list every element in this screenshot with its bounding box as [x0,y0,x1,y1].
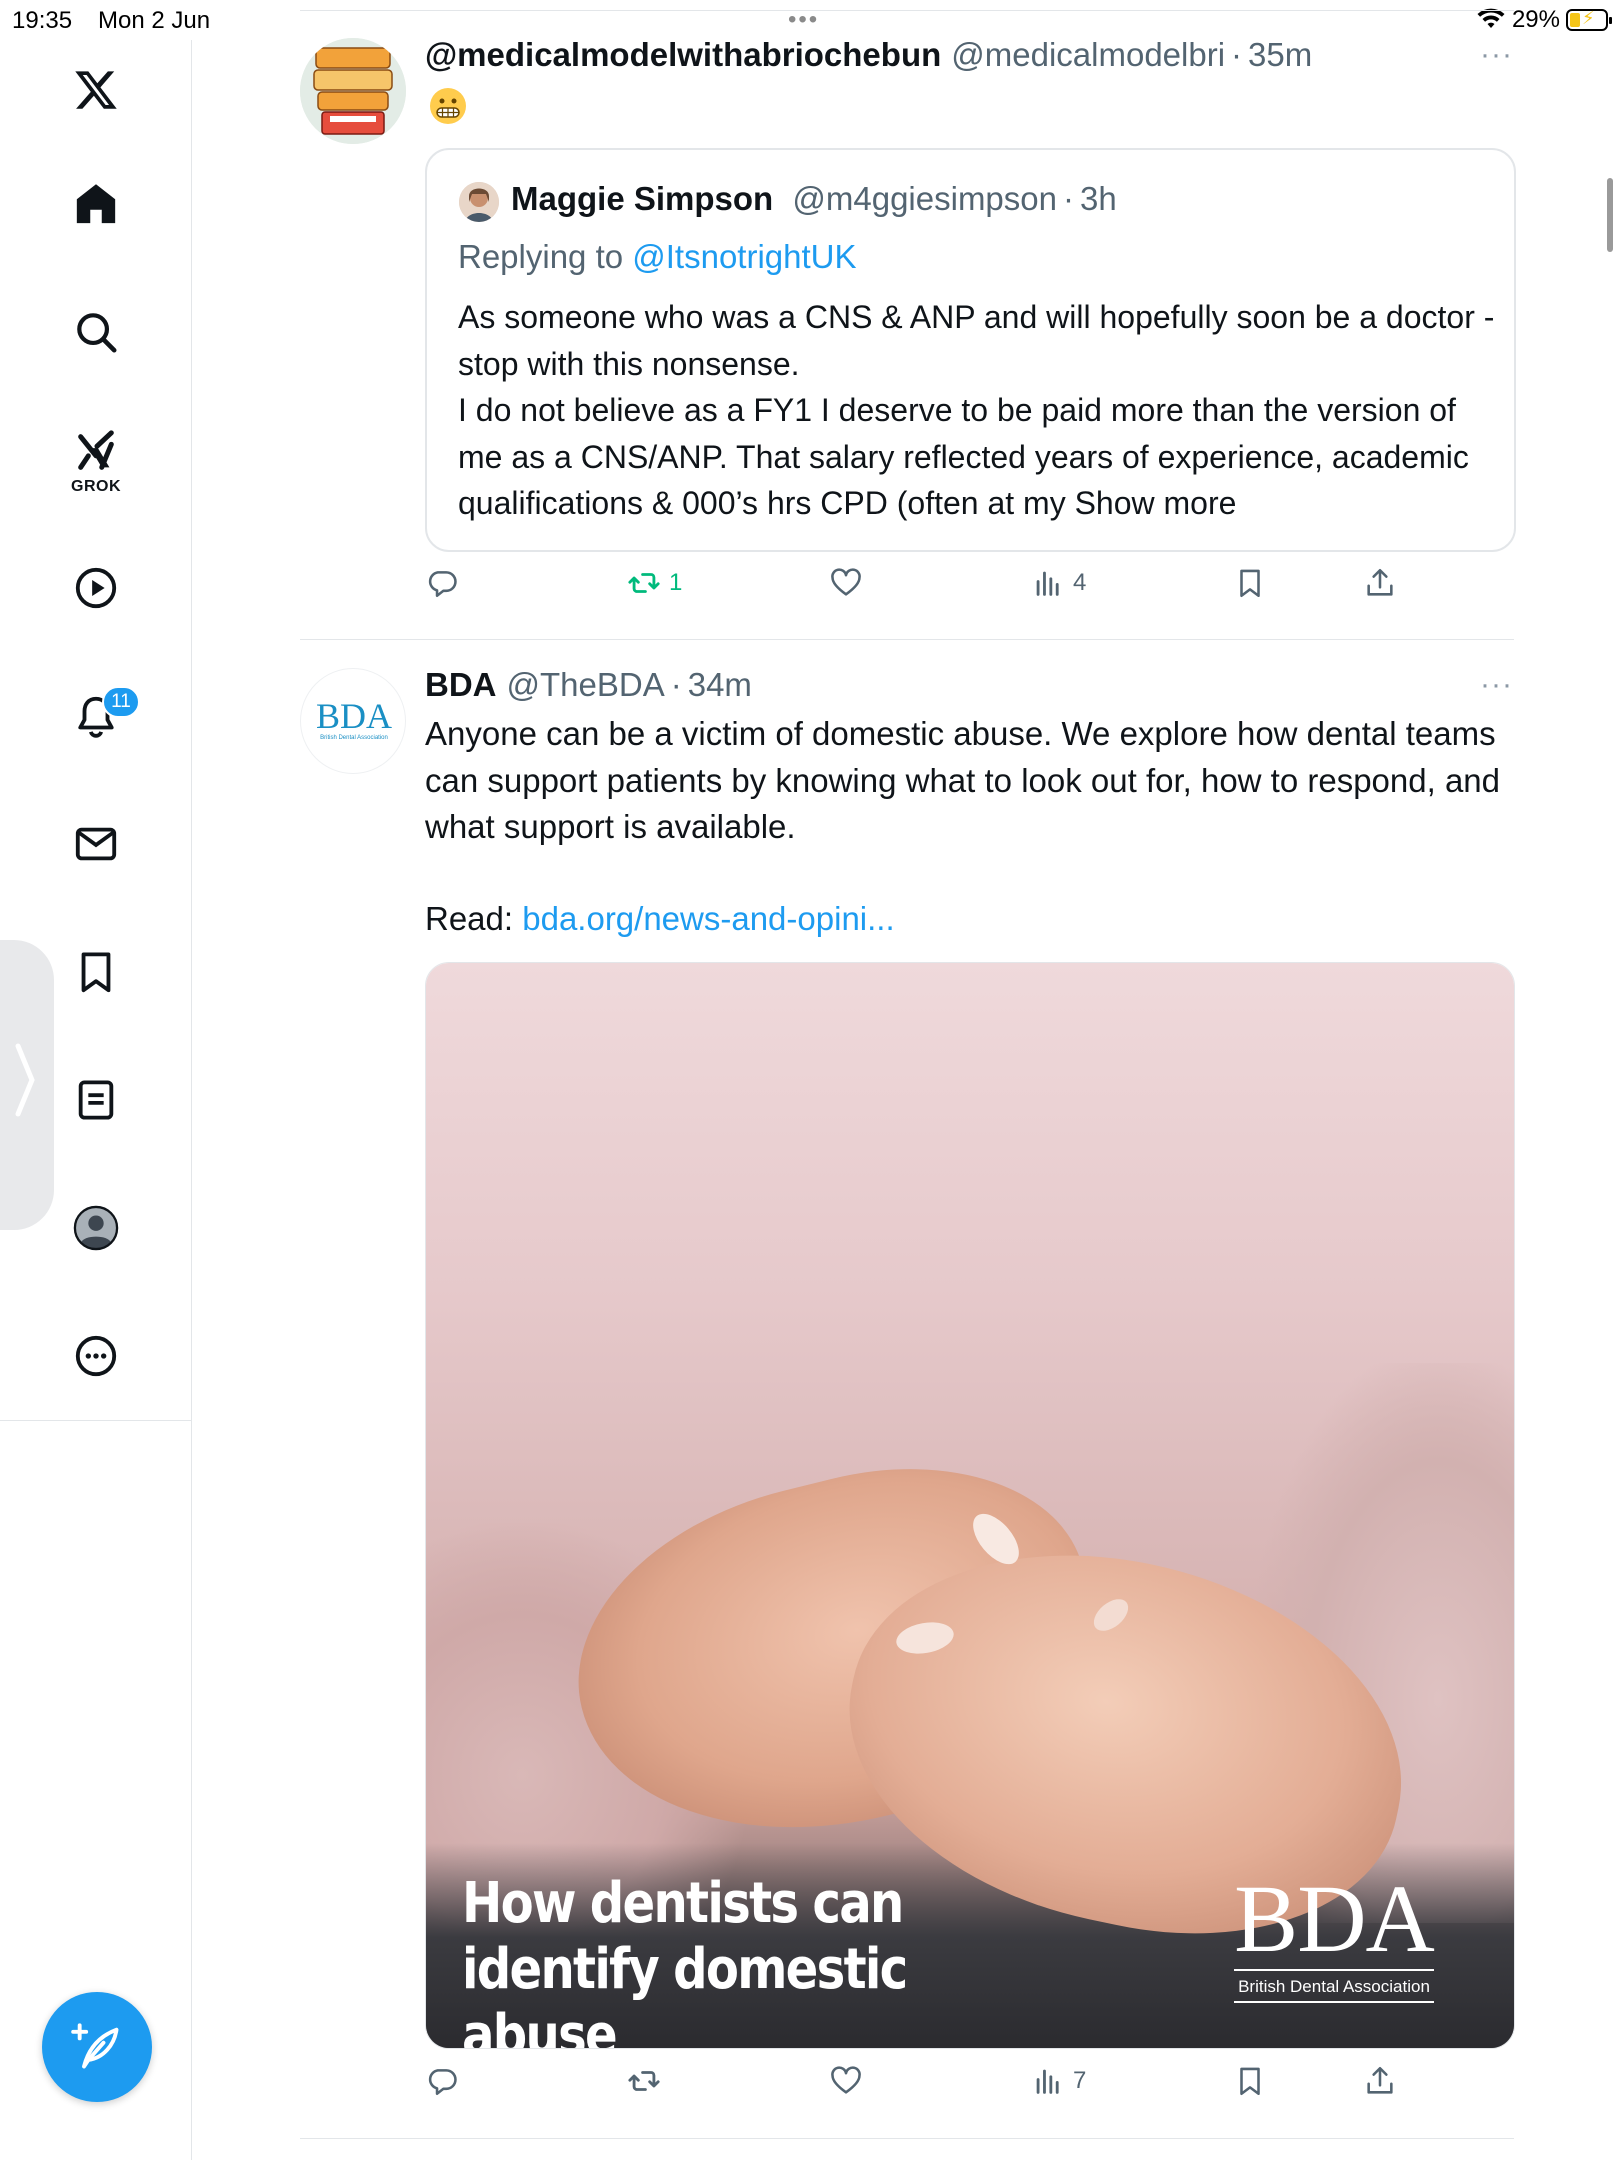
replying-to-link[interactable]: @ItsnotrightUK [632,238,856,275]
view-count: 7 [1073,2067,1087,2094]
view-count: 4 [1073,569,1087,596]
repost-icon [628,2071,660,2091]
views-button[interactable]: 7 [1031,2064,1086,2098]
more-options-icon[interactable]: ··· [1480,38,1513,72]
share-icon [1367,568,1393,596]
repost-count: 1 [669,569,683,596]
display-name[interactable]: @medicalmodelwithabriochebun [425,36,941,74]
post-actions: 1 4 [425,566,1425,616]
post-media-image[interactable]: How dentists can identify domestic abuse… [425,962,1515,2049]
video-icon[interactable] [64,556,128,620]
read-label: Read: [425,900,523,937]
battery-percent: 29% [1511,6,1560,33]
avatar-logo-subtext: British Dental Association [320,735,388,741]
status-date: Mon 2 Jun [98,7,211,34]
separator-dot: · [1231,36,1243,73]
quoted-display-name[interactable]: Maggie Simpson [511,180,773,217]
status-bar: 19:35 Mon 2 Jun ••• 29% ⚡ [0,0,1620,40]
compose-button[interactable] [42,1992,152,2102]
sidebar-divider [0,1420,192,1421]
quoted-post-text: As someone who was a CNS & ANP and will … [458,294,1498,527]
post-text: Anyone can be a victim of domestic abuse… [425,715,1501,845]
heart-icon [831,568,861,596]
more-icon[interactable] [64,1324,128,1388]
views-icon [1036,571,1059,596]
battery-icon: ⚡ [1566,8,1612,31]
handle[interactable]: @TheBDA [507,666,665,704]
quoted-handle[interactable]: @m4ggiesimpson [792,180,1057,217]
grok-icon[interactable] [64,420,128,484]
bookmark-icon [1240,2067,1260,2096]
share-icon [1367,2066,1393,2094]
heart-icon [831,2066,861,2094]
share-button[interactable] [1363,2064,1397,2098]
more-options-icon[interactable]: ··· [1480,668,1513,702]
post-header: @medicalmodelwithabriochebun @medicalmod… [425,36,1312,74]
article-link[interactable]: bda.org/news-and-opini... [522,900,894,937]
share-button[interactable] [1363,566,1397,600]
reply-icon [428,2069,457,2096]
chevron-right-icon[interactable] [10,1040,40,1120]
quoted-header: Maggie Simpson @m4ggiesimpson · 3h [511,180,1117,218]
replying-to: Replying to @ItsnotrightUK [458,238,857,276]
post-divider [300,639,1514,640]
avatar[interactable]: BDA British Dental Association [300,668,406,774]
reply-button[interactable] [425,566,467,600]
grok-label: GROK [71,478,121,495]
bookmark-button[interactable] [1233,2064,1267,2098]
media-logo-subtext: British Dental Association [1238,1977,1430,1996]
display-name[interactable]: BDA [425,666,497,704]
separator-dot: · [670,666,682,703]
quoted-body: As someone who was a CNS & ANP and will … [458,299,1495,521]
handle[interactable]: @medicalmodelbri [951,36,1225,74]
wifi-icon [1477,8,1505,28]
media-logo-text: BDA [1234,1865,1435,1972]
views-button[interactable]: 4 [1031,566,1086,600]
grimacing-emoji-icon [430,88,466,124]
separator-dot: · [1063,180,1074,217]
post-divider [300,2138,1514,2139]
reply-button[interactable] [425,2064,467,2098]
repost-icon [628,573,660,593]
home-icon[interactable] [64,172,128,236]
repost-button[interactable]: 1 [627,566,682,600]
like-button[interactable] [829,566,871,600]
lists-icon[interactable] [64,1068,128,1132]
notification-badge: 11 [102,686,140,718]
quoted-timestamp[interactable]: 3h [1080,180,1117,217]
post-actions: 7 [425,2064,1425,2114]
media-logo-rule [1234,2001,1434,2003]
messages-icon[interactable] [64,812,128,876]
profile-icon[interactable] [64,1196,128,1260]
sidebar-border [191,1420,192,2160]
media-logo: BDA British Dental Association [1234,1865,1435,2009]
avatar[interactable] [300,38,406,144]
show-more-link[interactable]: Show more [1075,485,1237,521]
quoted-avatar[interactable] [459,182,499,222]
media-title: How dentists can identify domestic abuse [462,1871,908,2049]
quoted-post[interactable]: Maggie Simpson @m4ggiesimpson · 3h Replyin… [425,148,1516,552]
replying-to-label: Replying to [458,238,633,275]
like-button[interactable] [829,2064,871,2098]
scrollbar[interactable] [1607,178,1613,252]
feed-top-divider [300,10,1514,11]
x-logo-icon[interactable] [64,58,128,122]
compose-icon [71,2023,119,2069]
post-header: BDA @TheBDA · 34m [425,666,752,704]
avatar-logo-text: BDA [315,696,392,736]
bookmarks-icon[interactable] [64,940,128,1004]
post-link-line: Read: bda.org/news-and-opini... [425,896,1515,943]
repost-button[interactable] [627,2064,669,2098]
bookmark-button[interactable] [1233,566,1267,600]
search-icon[interactable] [64,300,128,364]
timestamp[interactable]: 35m [1248,36,1312,74]
status-time: 19:35 [12,7,73,34]
bookmark-icon [1240,569,1260,598]
views-icon [1036,2069,1059,2094]
timestamp[interactable]: 34m [688,666,752,704]
reply-icon [428,571,457,598]
